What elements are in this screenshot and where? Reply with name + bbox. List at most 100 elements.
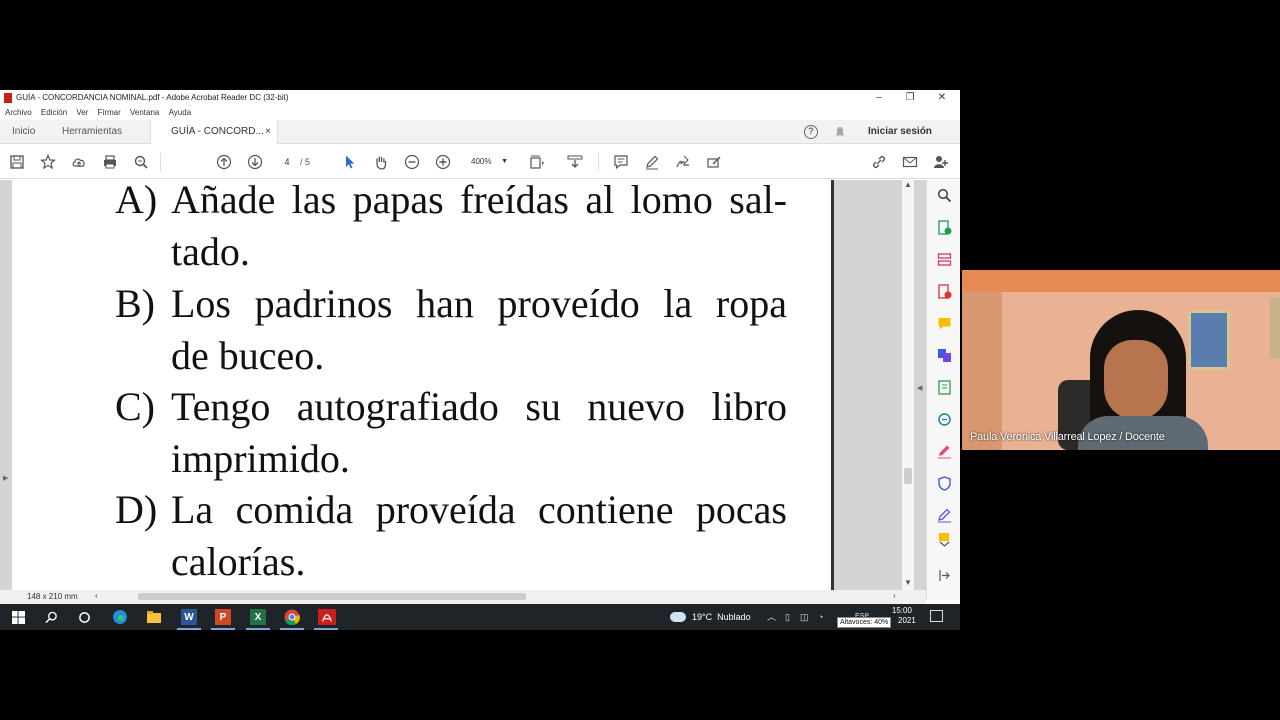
fill-and-sign-icon[interactable]: [937, 444, 952, 459]
windows-taskbar: W P X 19°C Nublado ︿ ▯ ◫ ◔ ESP 15:00 202…: [0, 604, 960, 630]
zoom-select[interactable]: 400% ▼: [462, 154, 512, 170]
wifi-icon[interactable]: ◔: [818, 604, 823, 630]
close-button[interactable]: ✕: [927, 91, 957, 105]
email-icon[interactable]: [901, 153, 919, 171]
zoom-out-icon[interactable]: [403, 153, 421, 171]
file-explorer-icon[interactable]: [146, 609, 162, 625]
print-icon[interactable]: [101, 153, 119, 171]
menu-ayuda[interactable]: Ayuda: [169, 106, 192, 120]
search-icon[interactable]: [43, 609, 59, 625]
comment-tool-icon[interactable]: [937, 316, 952, 331]
document-viewport[interactable]: ▶ A) Añade las papas freídas al lomo sal…: [0, 180, 926, 590]
select-cursor-icon[interactable]: [341, 153, 359, 171]
sign-icon[interactable]: [674, 153, 692, 171]
organize-pages-icon[interactable]: [937, 252, 952, 267]
toolbar: 4 / 5 400% ▼: [0, 145, 960, 179]
combine-files-icon[interactable]: [937, 348, 952, 363]
tab-document[interactable]: GUÍA - CONCORD... ×: [150, 120, 278, 144]
video-background: [962, 270, 1280, 292]
zoom-in-icon[interactable]: [434, 153, 452, 171]
compress-pdf-icon[interactable]: [937, 380, 952, 395]
webcam-video-tile[interactable]: Paula Veronica Villarreal Lopez / Docent…: [962, 270, 1280, 450]
scroll-down-icon[interactable]: ▼: [904, 578, 912, 587]
chrome-browser-icon[interactable]: [280, 609, 304, 630]
scroll-right-icon[interactable]: ›: [893, 591, 896, 600]
clock-time: 15:00: [891, 606, 912, 615]
tab-inicio[interactable]: Inicio: [12, 120, 35, 144]
upload-cloud-icon[interactable]: [70, 153, 88, 171]
next-page-icon[interactable]: [246, 153, 264, 171]
windows-start-icon[interactable]: [10, 609, 26, 625]
page-total: / 5: [300, 157, 311, 167]
pdf-page: A) Añade las papas freídas al lomo sal- …: [12, 180, 834, 590]
signin-button[interactable]: Iniciar sesión: [868, 120, 932, 144]
tray-icon[interactable]: ▯: [785, 604, 790, 630]
chevron-down-icon: ▼: [501, 158, 508, 165]
star-icon[interactable]: [39, 153, 57, 171]
horizontal-scroll-thumb[interactable]: [138, 593, 526, 600]
separator: [598, 153, 599, 171]
scroll-left-icon[interactable]: ‹: [95, 591, 98, 600]
word-app-icon[interactable]: W: [177, 609, 201, 630]
edit-pdf-icon[interactable]: [937, 412, 952, 427]
search-icon[interactable]: [937, 188, 952, 203]
right-pane-collapse-icon[interactable]: ◀: [917, 384, 922, 392]
option-text-line1: La comida proveída contiene pocas: [171, 487, 787, 532]
tab-close-button[interactable]: ×: [265, 120, 271, 144]
weather-desc: Nublado: [717, 612, 751, 622]
tab-herramientas[interactable]: Herramientas: [62, 120, 122, 144]
option-letter: B): [115, 281, 155, 326]
protect-shield-icon[interactable]: [937, 476, 952, 491]
hand-tool-icon[interactable]: [372, 153, 390, 171]
title-bar: GUÍA - CONCORDANCIA NOMINAL.pdf - Adobe …: [0, 90, 960, 106]
option-letter: D): [115, 487, 158, 532]
cortana-icon[interactable]: [76, 609, 92, 625]
notifications-icon[interactable]: [930, 610, 943, 622]
separator: [160, 153, 161, 171]
weather-widget[interactable]: 19°C Nublado: [692, 604, 751, 630]
vertical-scrollbar[interactable]: ▲ ▼: [902, 180, 914, 590]
window-title: GUÍA - CONCORDANCIA NOMINAL.pdf - Adobe …: [16, 93, 289, 102]
help-icon[interactable]: ?: [804, 125, 818, 139]
clock[interactable]: 15:00 2021: [888, 606, 916, 626]
scroll-thumb[interactable]: [904, 468, 912, 484]
share-user-icon[interactable]: [932, 153, 950, 171]
left-panel-toggle[interactable]: ▶: [3, 474, 8, 482]
powerpoint-app-icon[interactable]: P: [211, 609, 235, 630]
menu-ventana[interactable]: Ventana: [130, 106, 159, 120]
scroll-mode-icon[interactable]: [566, 153, 584, 171]
fill-sign-icon[interactable]: [705, 153, 723, 171]
request-signature-icon[interactable]: [937, 508, 952, 523]
link-icon[interactable]: [870, 153, 888, 171]
network-icon[interactable]: ◫: [800, 604, 809, 630]
menu-ver[interactable]: Ver: [76, 106, 88, 120]
collapse-pane-icon[interactable]: [937, 568, 952, 583]
chevron-up-icon[interactable]: ︿: [767, 604, 776, 630]
more-tools-icon[interactable]: [937, 532, 952, 547]
menu-firmar[interactable]: Firmar: [98, 106, 121, 120]
menu-edicion[interactable]: Edición: [41, 106, 67, 120]
restore-button[interactable]: ❐: [895, 91, 925, 105]
page-number-input[interactable]: 4: [276, 154, 298, 170]
comment-icon[interactable]: [612, 153, 630, 171]
page-size-label: 148 x 210 mm: [27, 592, 78, 601]
export-pdf-icon[interactable]: [937, 220, 952, 235]
volume-tooltip: Altavoces: 40%: [837, 617, 892, 628]
page-fit-icon[interactable]: [528, 153, 546, 171]
option-text-line2: de buceo.: [171, 333, 325, 378]
edge-browser-icon[interactable]: [112, 609, 128, 625]
excel-app-icon[interactable]: X: [246, 609, 270, 630]
minimize-button[interactable]: –: [864, 91, 894, 105]
highlight-pen-icon[interactable]: [643, 153, 661, 171]
acrobat-window: GUÍA - CONCORDANCIA NOMINAL.pdf - Adobe …: [0, 90, 960, 604]
save-icon[interactable]: [8, 153, 26, 171]
scroll-up-icon[interactable]: ▲: [904, 180, 912, 189]
acrobat-app-icon[interactable]: [314, 609, 338, 630]
create-pdf-icon[interactable]: [937, 284, 952, 299]
bell-icon[interactable]: [834, 126, 846, 138]
menu-archivo[interactable]: Archivo: [5, 106, 32, 120]
search-zoom-icon[interactable]: [132, 153, 150, 171]
prev-page-icon[interactable]: [215, 153, 233, 171]
option-text-line2: tado.: [171, 229, 250, 274]
option-text-line2: calorías.: [171, 539, 306, 584]
